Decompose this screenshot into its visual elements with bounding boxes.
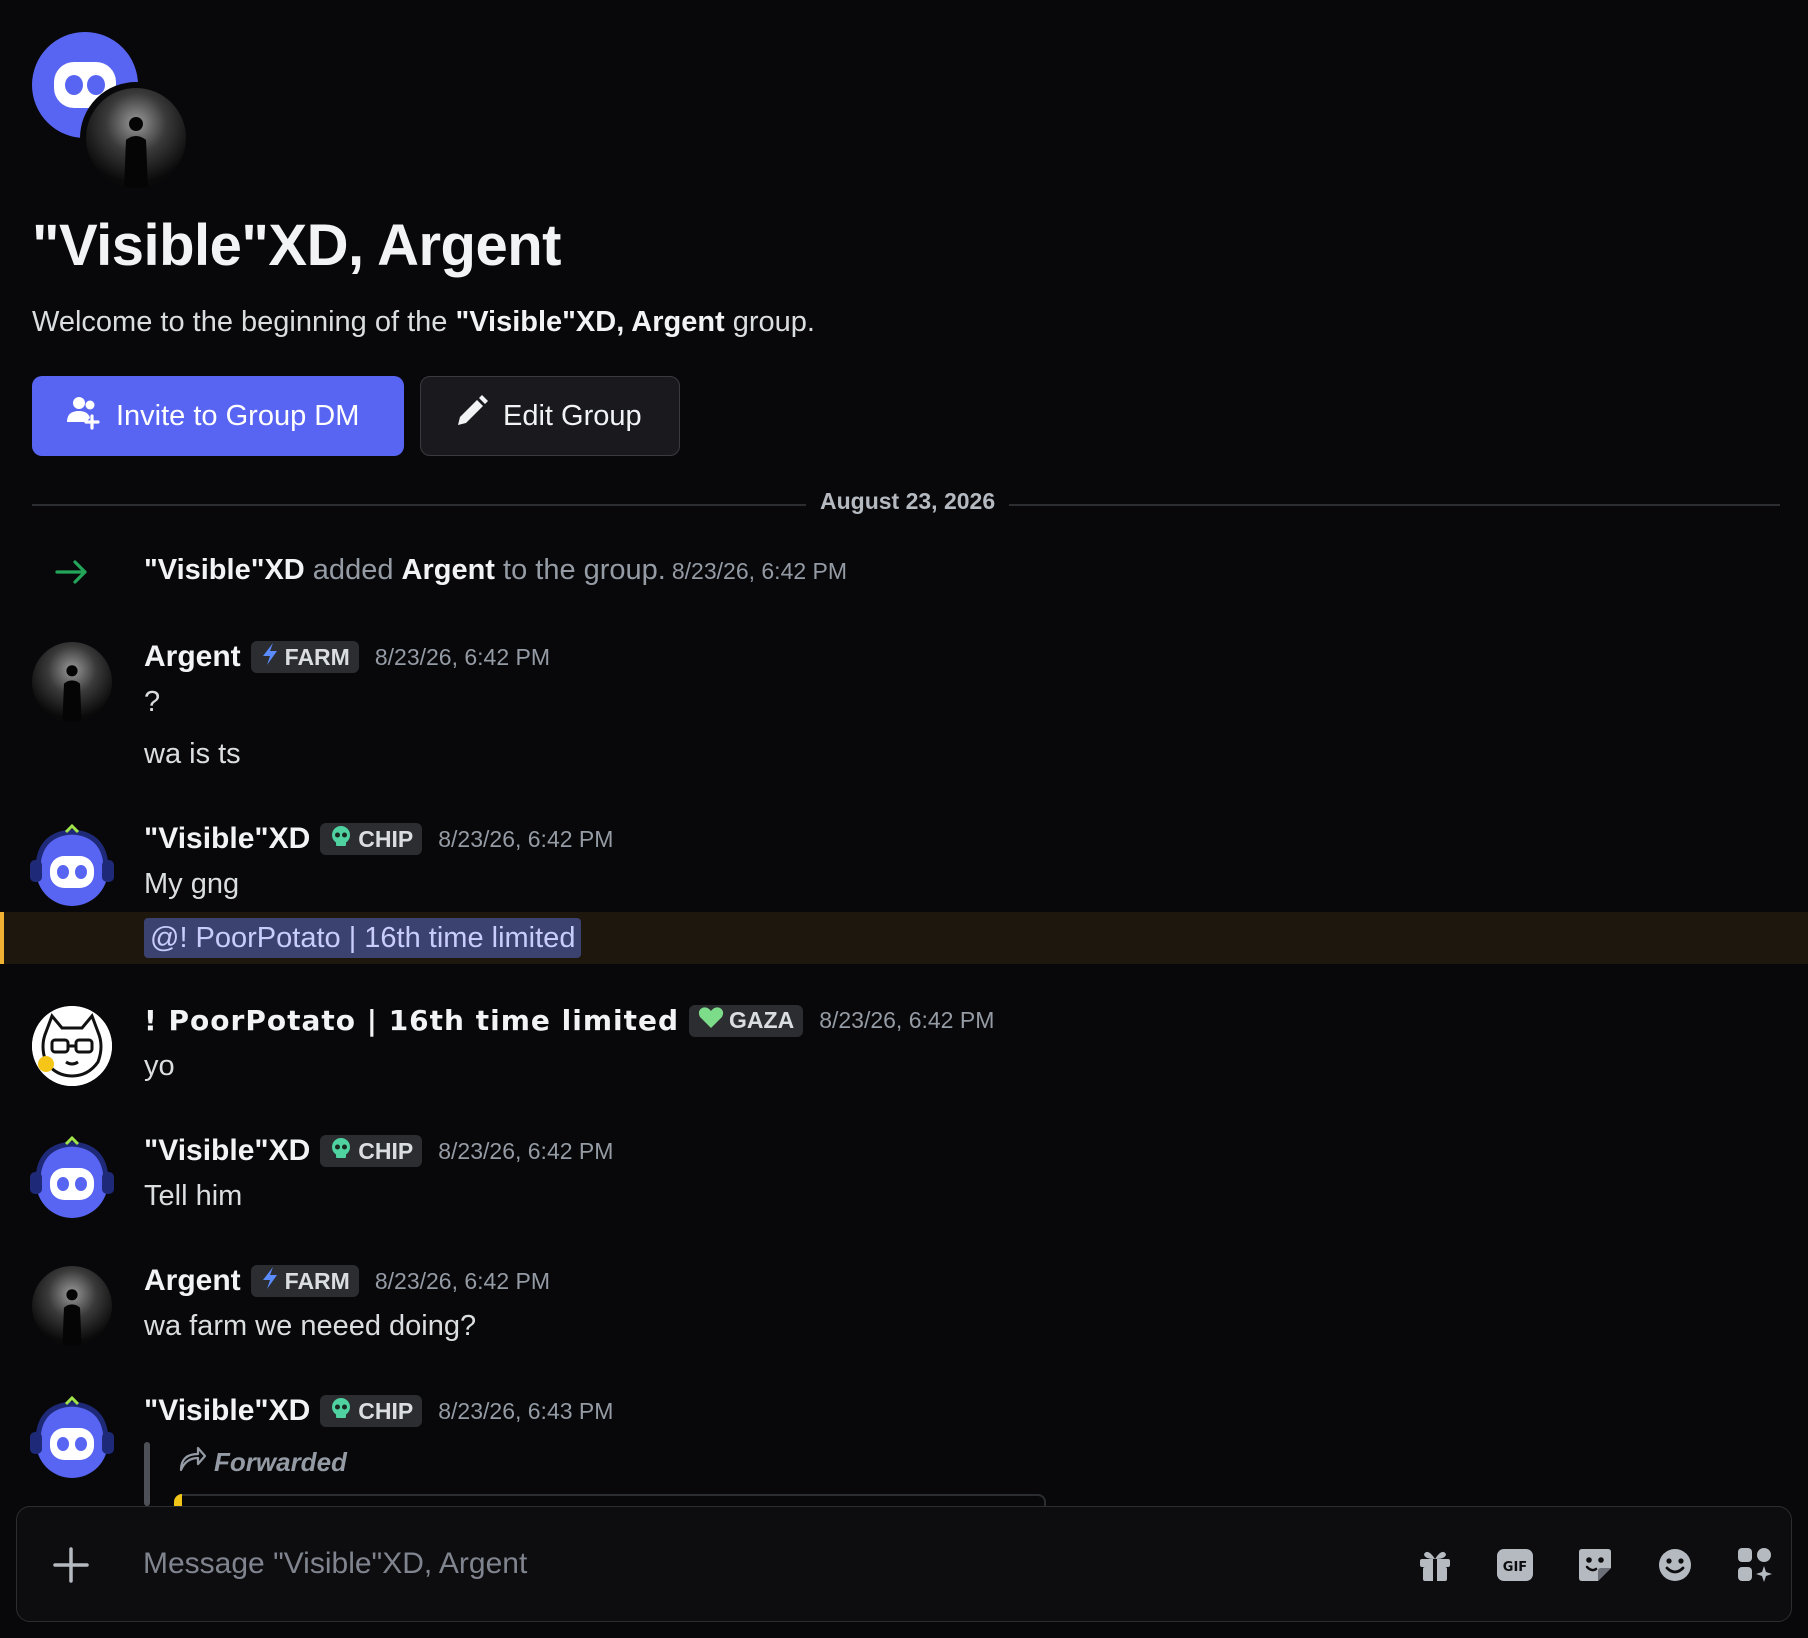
gift-icon[interactable] [1415,1545,1455,1585]
guild-tag-label: GAZA [729,1007,795,1033]
user-mention[interactable]: @! PoorPotato | 16th time limited [144,918,582,958]
message-group: "Visible"XD CHIP 8/23/26, 6:42 PM Tell h… [0,1134,1808,1234]
guild-tag-label: FARM [284,643,350,670]
message-content: wa is ts [144,738,241,770]
argent-avatar-image [80,82,192,194]
poorpotato-avatar[interactable] [32,1006,112,1086]
date-divider-label: August 23, 2026 [806,488,1010,515]
visible-xd-avatar[interactable] [26,1394,118,1486]
author-name[interactable]: ! PoorPotato | 16th time limited [144,1004,679,1037]
message-header: "Visible"XD CHIP 8/23/26, 6:43 PM [144,1394,613,1428]
message-timestamp: 8/23/26, 6:42 PM [374,643,551,670]
message-content: My gng [144,868,240,900]
forwarded-text: Forwarded [214,1447,347,1477]
argent-avatar[interactable] [32,642,112,722]
green-heart-icon [698,1006,724,1036]
member-join-arrow-icon [54,554,90,595]
message-group: Argent FARM 8/23/26, 6:42 PM wa farm we … [0,1264,1808,1364]
message-timestamp: 8/23/26, 6:42 PM [819,1007,995,1033]
message-composer: GIF [16,1506,1792,1622]
dm-channel: "Visible"XD, Argent Welcome to the begin… [0,0,1808,1638]
author-name[interactable]: "Visible"XD [144,822,310,856]
forward-arrow-icon [178,1446,207,1479]
group-title: "Visible"XD, Argent [32,213,561,278]
message-timestamp: 8/23/26, 6:42 PM [374,1267,551,1294]
message-header: Argent FARM 8/23/26, 6:42 PM [144,1264,550,1298]
skull-icon [329,1136,353,1166]
message-input[interactable] [143,1531,1393,1597]
system-verb: added [304,554,402,586]
author-name[interactable]: Argent [144,640,241,674]
guild-tag-label: CHIP [358,1397,414,1424]
welcome-group-name: "Visible"XD, Argent [455,306,725,338]
guild-tag[interactable]: CHIP [320,823,423,855]
message-header: ! PoorPotato | 16th time limited GAZA 8/… [144,1004,994,1037]
guild-tag-label: FARM [284,1267,350,1294]
system-target[interactable]: Argent [402,554,495,586]
invite-label: Invite to Group DM [116,399,360,432]
message-timestamp: 8/23/26, 6:42 PM [438,825,614,852]
apps-icon[interactable] [1735,1545,1775,1585]
attach-plus-icon[interactable] [51,1545,91,1590]
message-group: Argent FARM 8/23/26, 6:42 PM ? wa is ts [0,640,1808,780]
invite-to-group-dm-button[interactable]: Invite to Group DM [32,376,404,456]
author-name[interactable]: "Visible"XD [144,1134,310,1168]
skull-icon [329,1396,353,1426]
welcome-prefix: Welcome to the beginning of the [32,306,456,338]
guild-tag[interactable]: FARM [250,1265,359,1297]
message-content: Tell him [144,1180,243,1212]
message-group: ! PoorPotato | 16th time limited GAZA 8/… [0,1004,1808,1104]
sticker-icon[interactable] [1575,1545,1615,1585]
system-rest: to the group. [494,554,666,586]
skull-icon [329,824,353,854]
guild-tag[interactable]: FARM [250,641,359,673]
lightning-icon [260,1266,280,1296]
message-header: "Visible"XD CHIP 8/23/26, 6:42 PM [144,1134,613,1168]
message-header: Argent FARM 8/23/26, 6:42 PM [144,640,550,674]
message-content: wa farm we neeed doing? [144,1310,477,1342]
visible-xd-avatar[interactable] [26,1134,118,1226]
author-name[interactable]: "Visible"XD [144,1394,310,1428]
group-avatar-stack [32,32,192,194]
welcome-text: Welcome to the beginning of the "Visible… [32,306,815,339]
gif-icon[interactable]: GIF [1495,1545,1535,1585]
argent-avatar[interactable] [32,1266,112,1346]
message-content: ? [144,686,161,718]
forwarded-label: Forwarded [178,1446,347,1479]
forward-quote-bar [144,1442,150,1506]
message-content: yo [144,1050,175,1082]
guild-tag[interactable]: GAZA [689,1004,804,1037]
author-name[interactable]: Argent [144,1264,241,1298]
guild-tag-label: CHIP [358,1137,414,1164]
visible-xd-avatar[interactable] [26,822,118,914]
pencil-icon [453,394,489,438]
system-actor[interactable]: "Visible"XD [144,554,305,586]
welcome-suffix: group. [724,306,815,338]
message-timestamp: 8/23/26, 6:42 PM [438,1137,614,1164]
system-timestamp: 8/23/26, 6:42 PM [671,558,848,584]
system-message-text: "Visible"XD added Argent to the group. 8/… [144,554,847,587]
message-header: "Visible"XD CHIP 8/23/26, 6:42 PM [144,822,613,856]
lightning-icon [260,642,280,672]
edit-group-button[interactable]: Edit Group [420,376,680,456]
guild-tag[interactable]: CHIP [320,1135,423,1167]
gif-icon-text: GIF [1503,1560,1527,1575]
guild-tag-label: CHIP [358,825,414,852]
guild-tag[interactable]: CHIP [320,1395,423,1427]
emoji-icon[interactable] [1655,1545,1695,1585]
message-timestamp: 8/23/26, 6:43 PM [438,1397,614,1424]
system-message: "Visible"XD added Argent to the group. 8/… [0,548,1808,596]
edit-group-label: Edit Group [503,399,642,432]
add-member-icon [64,394,102,438]
